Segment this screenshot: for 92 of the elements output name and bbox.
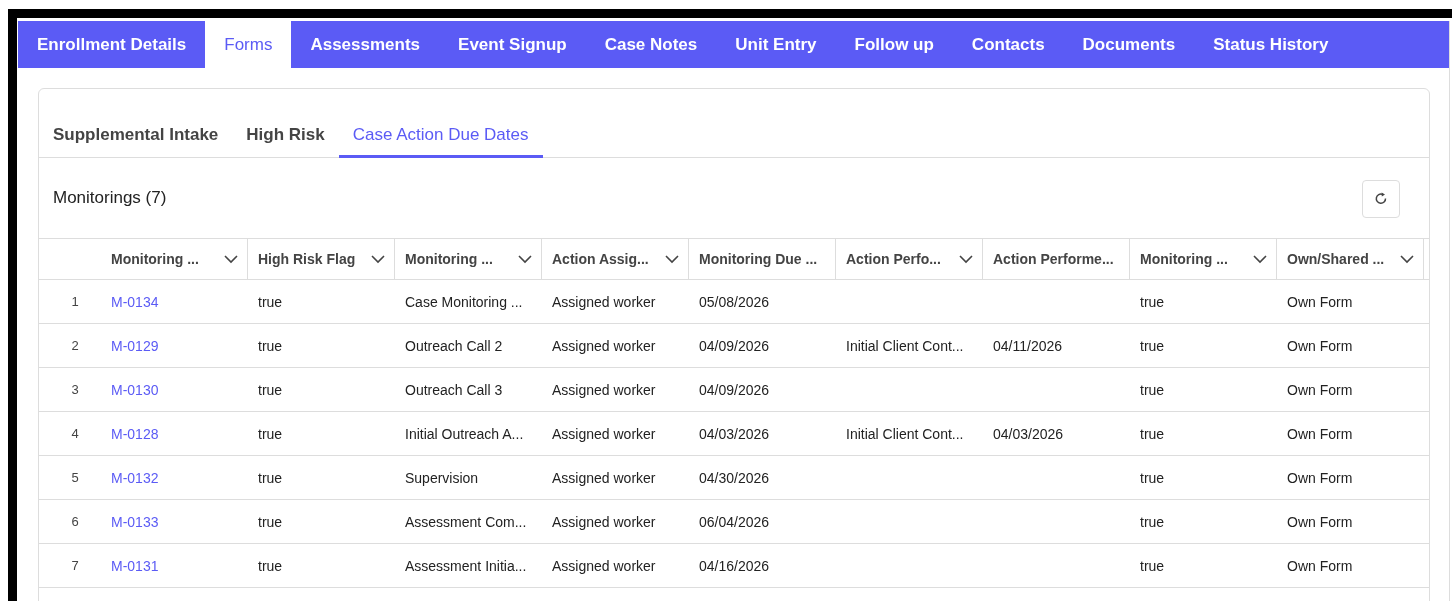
column-header[interactable]: Action Perfo... [846, 251, 941, 267]
refresh-icon [1373, 191, 1389, 207]
table-cell: 04/09/2026 [699, 381, 770, 398]
table-cell: true [258, 293, 283, 310]
table-cell: Assigned worker [552, 469, 656, 486]
table-cell: Supervision [405, 469, 479, 486]
tab[interactable]: High Risk [232, 125, 339, 158]
table-cell: true [1140, 513, 1165, 530]
table-cell: true [258, 557, 283, 574]
table-cell: Own Form [1287, 337, 1353, 354]
table-cell: Initial Client Cont... [846, 337, 964, 354]
record-link[interactable]: M-0132 [111, 469, 159, 486]
table-cell: Initial Outreach A... [405, 425, 524, 442]
table-cell: Assessment Initia... [405, 557, 527, 574]
refresh-button[interactable] [1362, 180, 1400, 218]
record-link[interactable]: M-0133 [111, 513, 159, 530]
record-link[interactable]: M-0128 [111, 425, 159, 442]
chevron-down-icon[interactable] [664, 254, 680, 264]
row-number: 6 [71, 514, 79, 529]
chevron-down-icon[interactable] [223, 254, 239, 264]
table-cell: 04/30/2026 [699, 469, 770, 486]
table-cell: true [1140, 425, 1165, 442]
table-cell: Own Form [1287, 293, 1353, 310]
chevron-down-icon[interactable] [370, 254, 386, 264]
table-cell: Case Monitoring ... [405, 293, 523, 310]
table-cell: true [258, 513, 283, 530]
table-cell: Assigned worker [552, 381, 656, 398]
table-cell: Own Form [1287, 469, 1353, 486]
table-cell: true [1140, 293, 1165, 310]
chevron-down-icon[interactable] [1252, 254, 1268, 264]
table-cell: Assigned worker [552, 425, 656, 442]
table-cell: true [1140, 469, 1165, 486]
table-cell: Own Form [1287, 557, 1353, 574]
column-header[interactable]: Monitoring Due ... [699, 251, 818, 267]
table-cell: true [258, 469, 283, 486]
table-cell: Initial Client Cont... [846, 425, 964, 442]
tab[interactable]: Forms [205, 21, 292, 68]
column-header[interactable]: Action Assig... [552, 251, 649, 267]
column-header[interactable]: Monitoring ... [111, 251, 199, 267]
table-cell: Outreach Call 2 [405, 337, 503, 354]
table-cell: 05/08/2026 [699, 293, 770, 310]
row-number: 2 [71, 338, 79, 353]
tab[interactable]: Case Action Due Dates [338, 125, 543, 158]
tab[interactable]: Follow up [835, 21, 953, 68]
table-cell: true [258, 337, 283, 354]
record-link[interactable]: M-0131 [111, 557, 159, 574]
table-cell: true [1140, 557, 1165, 574]
table-cell: Assigned worker [552, 513, 656, 530]
table-cell: 04/03/2026 [993, 425, 1064, 442]
table-cell: Own Form [1287, 513, 1353, 530]
tab[interactable]: Event Signup [439, 21, 586, 68]
tab[interactable]: Supplemental Intake [39, 125, 233, 158]
table-cell: 06/04/2026 [699, 513, 770, 530]
tab[interactable]: Unit Entry [716, 21, 836, 68]
tab[interactable]: Status History [1194, 21, 1348, 68]
row-number: 5 [71, 470, 79, 485]
chevron-down-icon[interactable] [1399, 254, 1415, 264]
table-title: Monitorings (7) [53, 188, 167, 208]
table-cell: 04/09/2026 [699, 337, 770, 354]
row-number: 1 [71, 294, 79, 309]
table-cell: 04/03/2026 [699, 425, 770, 442]
column-header[interactable]: Action Performe... [993, 251, 1114, 267]
row-number: 3 [71, 382, 79, 397]
column-header[interactable]: High Risk Flag [258, 251, 356, 267]
table-cell: Assessment Com... [405, 513, 527, 530]
table-cell: Assigned worker [552, 293, 656, 310]
table-cell: true [1140, 337, 1165, 354]
tab[interactable]: Contacts [952, 21, 1064, 68]
table-cell: Own Form [1287, 425, 1353, 442]
table-cell: 04/11/2026 [993, 337, 1063, 354]
table-cell: Outreach Call 3 [405, 381, 503, 398]
record-link[interactable]: M-0134 [111, 293, 159, 310]
tab[interactable]: Case Notes [585, 21, 717, 68]
table-cell: true [1140, 381, 1165, 398]
table-cell: Assigned worker [552, 337, 656, 354]
row-number: 7 [71, 558, 79, 573]
chevron-down-icon[interactable] [958, 254, 974, 264]
table-cell: true [258, 425, 283, 442]
table-cell: Assigned worker [552, 557, 656, 574]
column-header[interactable]: Own/Shared ... [1287, 251, 1385, 267]
tab[interactable]: Assessments [291, 21, 440, 68]
table-cell: true [258, 381, 283, 398]
tab[interactable]: Enrollment Details [18, 21, 206, 68]
column-header[interactable]: Monitoring ... [405, 251, 493, 267]
record-link[interactable]: M-0129 [111, 337, 159, 354]
column-header[interactable]: Monitoring ... [1140, 251, 1228, 267]
record-link[interactable]: M-0130 [111, 381, 159, 398]
row-number: 4 [71, 426, 79, 441]
table-cell: 04/16/2026 [699, 557, 770, 574]
table-cell: Own Form [1287, 381, 1353, 398]
chevron-down-icon[interactable] [517, 254, 533, 264]
tab[interactable]: Documents [1063, 21, 1195, 68]
